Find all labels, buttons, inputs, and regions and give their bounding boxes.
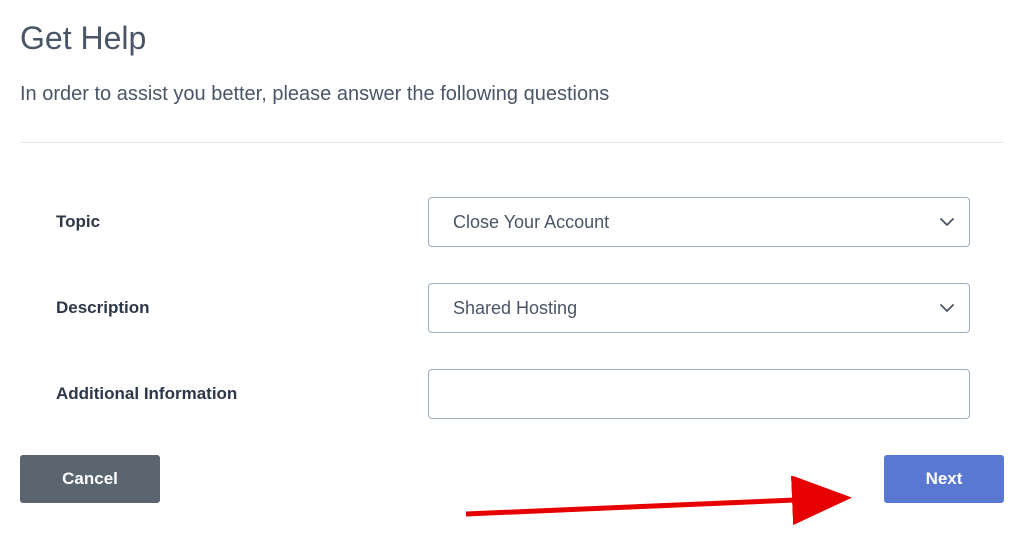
description-select-wrapper: Shared Hosting bbox=[428, 283, 970, 333]
topic-select-wrapper: Close Your Account bbox=[428, 197, 970, 247]
button-row: Cancel Next bbox=[20, 455, 1004, 503]
additional-row: Additional Information bbox=[20, 369, 1004, 419]
topic-row: Topic Close Your Account bbox=[20, 197, 1004, 247]
next-button[interactable]: Next bbox=[884, 455, 1004, 503]
description-row: Description Shared Hosting bbox=[20, 283, 1004, 333]
description-label: Description bbox=[56, 298, 428, 318]
divider bbox=[20, 142, 1004, 143]
description-select[interactable]: Shared Hosting bbox=[428, 283, 970, 333]
topic-label: Topic bbox=[56, 212, 428, 232]
page-subtitle: In order to assist you better, please an… bbox=[20, 83, 1004, 106]
additional-input[interactable] bbox=[428, 369, 970, 419]
additional-label: Additional Information bbox=[56, 384, 428, 404]
cancel-button[interactable]: Cancel bbox=[20, 455, 160, 503]
page-title: Get Help bbox=[20, 20, 1004, 57]
topic-select[interactable]: Close Your Account bbox=[428, 197, 970, 247]
